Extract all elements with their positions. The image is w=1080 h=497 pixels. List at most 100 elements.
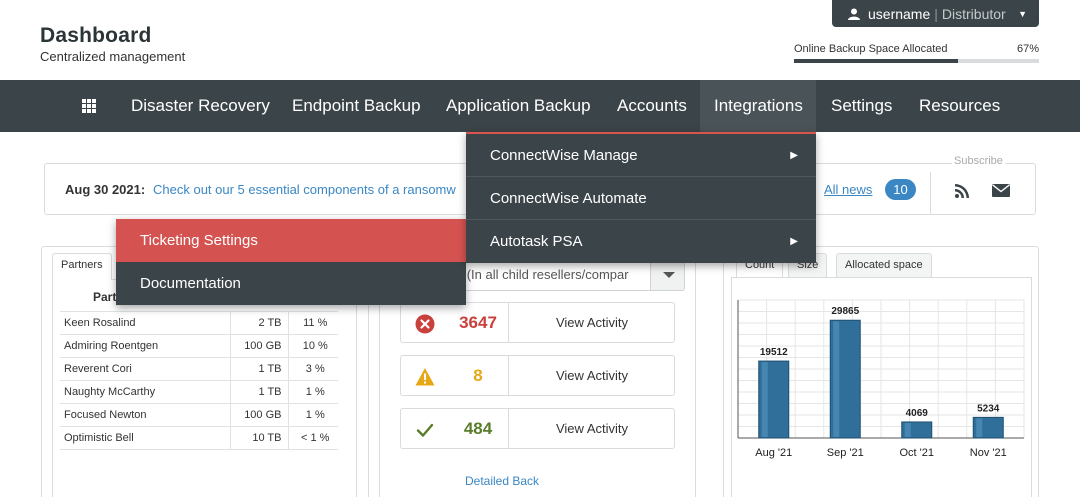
view-activity-button[interactable]: View Activity — [509, 356, 675, 395]
brand: Dashboard Centralized management — [40, 24, 185, 64]
view-activity-button[interactable]: View Activity — [509, 409, 675, 448]
apps-grid-icon[interactable] — [82, 99, 96, 113]
chart-tick-label: Oct '21 — [899, 447, 934, 459]
chart-tick-label: Nov '21 — [970, 447, 1007, 459]
user-role: Distributor — [941, 5, 1006, 22]
nav-endpoint-backup[interactable]: Endpoint Backup — [278, 80, 435, 132]
activity-row-success[interactable]: 484 View Activity — [400, 408, 675, 449]
chart-data-label: 5234 — [977, 403, 1000, 414]
partner-name-cell: Keen Rosalind — [60, 311, 230, 335]
user-menu-button[interactable]: username | Distributor ▼ — [832, 0, 1039, 27]
all-news-link[interactable]: All news — [824, 182, 872, 197]
mail-icon[interactable] — [992, 184, 1010, 197]
partner-size-cell: 2 TB — [229, 311, 288, 335]
partner-size-cell: 1 TB — [229, 357, 288, 381]
tab-partners[interactable]: Partners — [52, 253, 112, 280]
backup-space-fill — [794, 59, 959, 63]
warning-icon — [415, 368, 435, 386]
view-activity-button[interactable]: View Activity — [509, 303, 675, 342]
tab-allocated-space[interactable]: Allocated space — [836, 253, 932, 277]
autotask-submenu: Ticketing Settings Documentation — [116, 219, 466, 305]
menu-item-label: Autotask PSA — [490, 233, 583, 250]
menu-item-label: ConnectWise Automate — [490, 190, 647, 207]
partner-pct-cell: 11 % — [287, 311, 338, 335]
user-separator: | — [934, 5, 938, 22]
partner-size-cell: 100 GB — [229, 334, 288, 358]
submenu-ticketing-settings[interactable]: Ticketing Settings — [116, 219, 466, 262]
menu-item-label: ConnectWise Manage — [490, 147, 638, 164]
nav-integrations[interactable]: Integrations — [700, 80, 816, 132]
nav-resources[interactable]: Resources — [905, 80, 1014, 132]
menu-autotask-psa[interactable]: Autotask PSA ▶ — [466, 220, 816, 263]
news-divider — [930, 172, 931, 214]
chart-bar-highlight — [904, 422, 911, 437]
chevron-right-icon: ▶ — [790, 236, 798, 247]
page-subtitle: Centralized management — [40, 49, 186, 64]
table-row[interactable]: Focused Newton 100 GB 1 % — [60, 403, 338, 427]
backup-space-percent: 67% — [1016, 43, 1039, 55]
error-count: 3647 — [459, 313, 497, 332]
news-count-badge: 10 — [885, 179, 916, 200]
page-title: Dashboard — [40, 24, 152, 47]
nav-settings[interactable]: Settings — [817, 80, 906, 132]
chart-bar-highlight — [833, 321, 840, 437]
chart-data-label: 4069 — [906, 408, 929, 419]
user-icon — [848, 8, 860, 20]
main-navbar: Disaster Recovery Endpoint Backup Applic… — [0, 80, 1080, 132]
menu-connectwise-automate[interactable]: ConnectWise Automate — [466, 177, 816, 220]
partner-pct-cell: 1 % — [287, 403, 338, 427]
partners-column-header: Part — [93, 290, 117, 304]
backup-space-label: Online Backup Space Allocated — [794, 43, 948, 55]
table-row[interactable]: Admiring Roentgen 100 GB 10 % — [60, 334, 338, 358]
subscribe-label: Subscribe — [952, 155, 1005, 167]
menu-connectwise-manage[interactable]: ConnectWise Manage ▶ — [466, 134, 816, 177]
partner-size-cell: 100 GB — [229, 403, 288, 427]
partner-name-cell: Reverent Cori — [60, 357, 230, 381]
chart-bar-highlight — [761, 362, 768, 437]
partner-size-cell: 10 TB — [229, 426, 288, 450]
nav-application-backup[interactable]: Application Backup — [432, 80, 605, 132]
error-icon — [415, 314, 435, 334]
page: Dashboard Centralized management usernam… — [0, 0, 1080, 497]
backup-space-track — [794, 59, 1039, 63]
partner-size-cell: 1 TB — [229, 380, 288, 404]
partner-name-cell: Optimistic Bell — [60, 426, 230, 450]
news-headline-link[interactable]: Check out our 5 essential components of … — [153, 182, 473, 197]
news-date: Aug 30 2021: — [65, 182, 146, 197]
warning-count: 8 — [473, 366, 483, 385]
table-row[interactable]: Keen Rosalind 2 TB 11 % — [60, 311, 338, 335]
success-count: 484 — [463, 419, 493, 438]
partner-pct-cell: 10 % — [287, 334, 338, 358]
partner-pct-cell: 3 % — [287, 357, 338, 381]
detailed-backup-link[interactable]: Detailed Back — [465, 474, 539, 488]
partner-name-cell: Admiring Roentgen — [60, 334, 230, 358]
chart-bar-highlight — [976, 418, 983, 437]
chevron-down-icon[interactable] — [650, 259, 684, 290]
partner-name-cell: Focused Newton — [60, 403, 230, 427]
activity-row-warnings[interactable]: 8 View Activity — [400, 355, 675, 396]
caret-down-icon: ▼ — [1018, 8, 1027, 19]
nav-disaster-recovery[interactable]: Disaster Recovery — [117, 80, 284, 132]
table-row[interactable]: Optimistic Bell 10 TB < 1 % — [60, 426, 338, 450]
partner-pct-cell: 1 % — [287, 380, 338, 404]
chart-data-label: 29865 — [831, 306, 859, 317]
submenu-documentation[interactable]: Documentation — [116, 262, 466, 305]
partners-table: Keen Rosalind 2 TB 11 % Admiring Roentgen 10… — [60, 311, 338, 450]
partner-name-cell: Naughty McCarthy — [60, 380, 230, 404]
count-bar-chart: 19512 Aug '21 29865 Sep '21 4069 Oct '21 5234 N… — [737, 299, 1025, 459]
activity-filter-value: ts (In all child resellers/compar — [453, 267, 629, 282]
table-row[interactable]: Naughty McCarthy 1 TB 1 % — [60, 380, 338, 404]
activity-row-errors[interactable]: 3647 View Activity — [400, 302, 675, 343]
chart-data-label: 19512 — [760, 347, 788, 358]
user-name: username — [868, 5, 931, 22]
chevron-right-icon: ▶ — [790, 150, 798, 161]
partner-pct-cell: < 1 % — [287, 426, 338, 450]
integrations-dropdown: ConnectWise Manage ▶ ConnectWise Automat… — [466, 132, 816, 263]
check-icon — [416, 423, 434, 437]
chart-tick-label: Aug '21 — [755, 447, 792, 459]
table-row[interactable]: Reverent Cori 1 TB 3 % — [60, 357, 338, 381]
rss-icon[interactable] — [955, 184, 969, 198]
nav-accounts[interactable]: Accounts — [603, 80, 701, 132]
chart-tick-label: Sep '21 — [827, 447, 864, 459]
backup-space-meter: Online Backup Space Allocated 67% — [794, 43, 1039, 63]
